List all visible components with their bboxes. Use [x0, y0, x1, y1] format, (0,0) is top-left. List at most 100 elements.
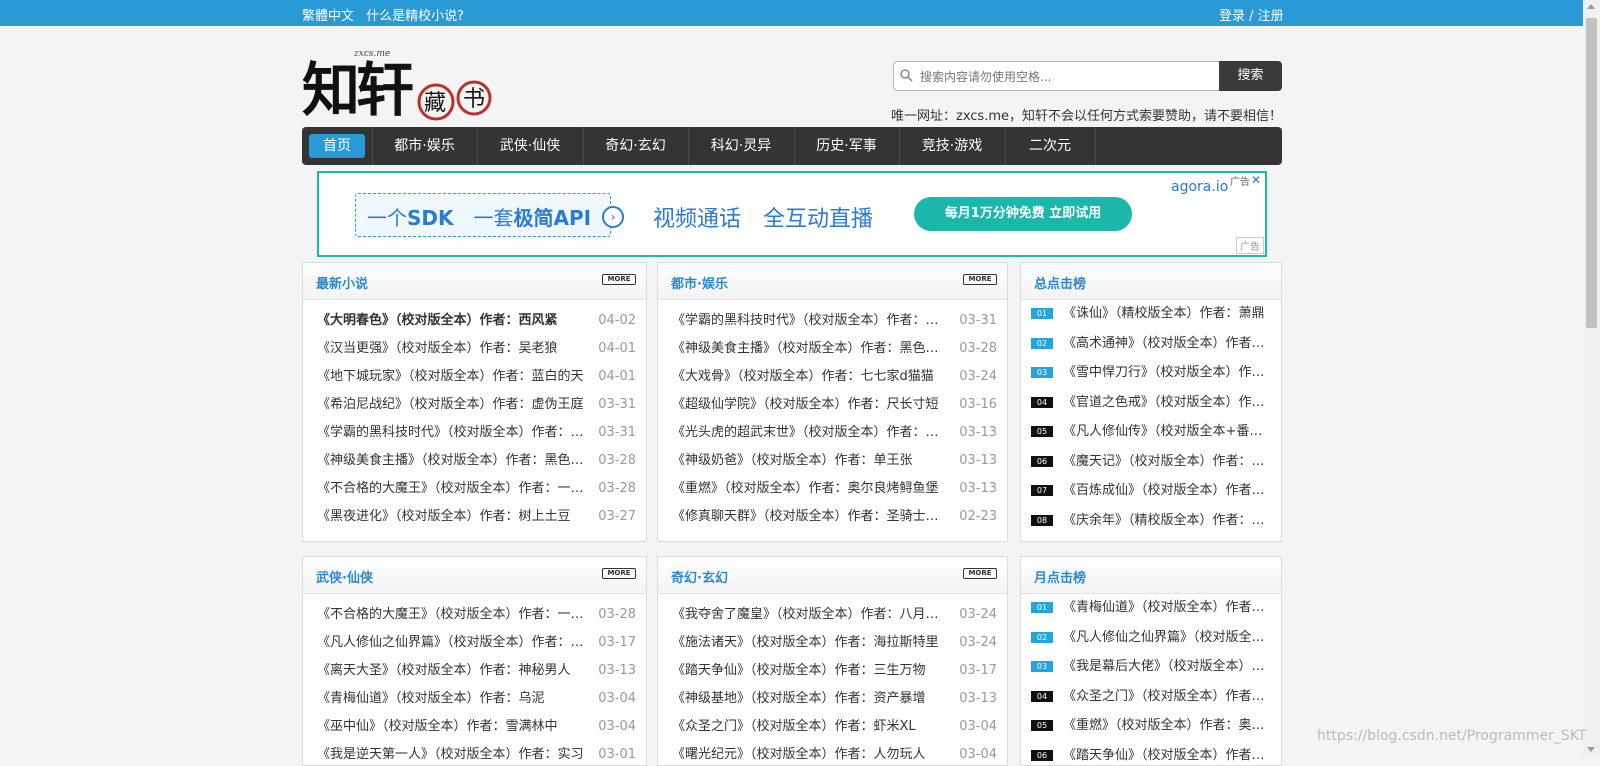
list-item[interactable]: 《踏天争仙》（校对版全本）作者：三生万物03-17 [658, 657, 1007, 685]
novel-title[interactable]: 《神级美食主播》（校对版全本）作者：黑色幽默 [317, 447, 587, 475]
list-item[interactable]: 《不合格的大魔王》（校对版全本）作者：一世执念03-28 [303, 601, 646, 629]
login-register-link[interactable]: 登录 / 注册 [1219, 5, 1284, 24]
list-item[interactable]: 《不合格的大魔王》（校对版全本）作者：一世执念03-28 [303, 475, 646, 503]
ranking-item[interactable]: 05《重燃》（校对版全本）作者：奥尔良烤鲟鱼堡 [1021, 711, 1281, 741]
site-logo[interactable]: zxcs.me 知轩 藏 书 [302, 44, 502, 124]
nav-scifi[interactable]: 科幻·灵异 [688, 127, 795, 165]
nav-wuxia[interactable]: 武侠·仙侠 [477, 127, 584, 165]
ranking-item[interactable]: 05《凡人修仙传》（校对版全本+番外）作者：忘语 [1021, 417, 1281, 447]
search-button[interactable]: 搜索 [1219, 61, 1282, 91]
novel-title[interactable]: 《神级基地》（校对版全本）作者：资产暴增 [672, 685, 940, 713]
list-item[interactable]: 《重燃》（校对版全本）作者：奥尔良烤鲟鱼堡03-13 [658, 475, 1007, 503]
scrollbar-thumb[interactable] [1586, 18, 1597, 328]
list-item[interactable]: 《我是逆天第一人》（校对版全本）作者：实习03-01 [303, 741, 646, 766]
ranking-item[interactable]: 04《官道之色戒》（校对版全本）作者：三戒大师 [1021, 388, 1281, 418]
search-input[interactable] [918, 67, 1214, 87]
novel-title[interactable]: 《不合格的大魔王》（校对版全本）作者：一世执念 [317, 601, 587, 629]
novel-title[interactable]: 《超级仙学院》（校对版全本）作者：尺长寸短 [672, 391, 940, 419]
more-button[interactable]: MORE [963, 568, 997, 579]
panel-title[interactable]: 最新小说 [316, 273, 368, 292]
nav-city[interactable]: 都市·娱乐 [372, 127, 478, 165]
novel-title[interactable]: 《神级奶爸》（校对版全本）作者：单王张 [672, 447, 940, 475]
list-item[interactable]: 《青梅仙道》（校对版全本）作者：乌泥03-04 [303, 685, 646, 713]
novel-title[interactable]: 《重燃》（校对版全本）作者：奥尔良烤鲟鱼堡 [1063, 711, 1275, 741]
ranking-item[interactable]: 02《凡人修仙之仙界篇》（校对版全本）作者：忘语 [1021, 623, 1281, 653]
novel-title[interactable]: 《学霸的黑科技时代》（校对版全本）作者：晨星LL [672, 307, 940, 335]
novel-title[interactable]: 《修真聊天群》（校对版全本）作者：圣骑士的传说 [672, 503, 940, 531]
novel-title[interactable]: 《众圣之门》（校对版全本）作者：虾米XL [1063, 682, 1275, 712]
list-item[interactable]: 《施法诸天》（校对版全本）作者：海拉斯特里03-24 [658, 629, 1007, 657]
novel-title[interactable]: 《大戏骨》（校对版全本）作者：七七家d猫猫 [672, 363, 940, 391]
list-item[interactable]: 《巫中仙》（校对版全本）作者：雪满林中03-04 [303, 713, 646, 741]
scroll-down-arrow-icon[interactable] [1587, 747, 1595, 752]
list-item[interactable]: 《地下城玩家》（校对版全本）作者：蓝白的天04-01 [303, 363, 646, 391]
list-item[interactable]: 《神级奶爸》（校对版全本）作者：单王张03-13 [658, 447, 1007, 475]
list-item[interactable]: 《凡人修仙之仙界篇》（校对版全本）作者：忘语03-17 [303, 629, 646, 657]
novel-title[interactable]: 《曙光纪元》（校对版全本）作者：人勿玩人 [672, 741, 940, 766]
novel-title[interactable]: 《我是逆天第一人》（校对版全本）作者：实习 [317, 741, 587, 766]
novel-title[interactable]: 《百炼成仙》（校对版全本）作者：幻雨 [1063, 476, 1275, 506]
novel-title[interactable]: 《青梅仙道》（校对版全本）作者：乌泥 [1063, 593, 1275, 623]
novel-title[interactable]: 《我是幕后大佬》（校对版全本）作者：伪戒 [1063, 652, 1275, 682]
ranking-item[interactable]: 01《诛仙》（精校版全本）作者：萧鼎 [1021, 299, 1281, 329]
scrollbar[interactable] [1583, 0, 1600, 756]
ad-close-icon[interactable]: ✕ [1251, 173, 1261, 187]
novel-title[interactable]: 《我夺舍了魔皇》（校对版全本）作者：八月飞鹰 [672, 601, 940, 629]
novel-title[interactable]: 《不合格的大魔王》（校对版全本）作者：一世执念 [317, 475, 587, 503]
ranking-item[interactable]: 06《魔天记》（校对版全本）作者：忘语 [1021, 447, 1281, 477]
list-item[interactable]: 《学霸的黑科技时代》（校对版全本）作者：晨星LL03-31 [658, 307, 1007, 335]
ranking-item[interactable]: 06《踏天争仙》（校对版全本）作者：三生万物 [1021, 741, 1281, 766]
traditional-chinese-link[interactable]: 繁體中文 [302, 9, 354, 24]
ad-cta-button[interactable]: 每月1万分钟免费 立即试用 [914, 197, 1132, 231]
novel-title[interactable]: 《巫中仙》（校对版全本）作者：雪满林中 [317, 713, 587, 741]
ranking-item[interactable]: 03《雪中悍刀行》（校对版全本）作者：烽火戏诸侯 [1021, 358, 1281, 388]
novel-title[interactable]: 《施法诸天》（校对版全本）作者：海拉斯特里 [672, 629, 940, 657]
novel-title[interactable]: 《高术通神》（校对版全本）作者：手握寸关尺 [1063, 329, 1275, 359]
more-button[interactable]: MORE [963, 274, 997, 285]
list-item[interactable]: 《学霸的黑科技时代》（校对版全本）作者：晨星LL03-31 [303, 419, 646, 447]
ranking-item[interactable]: 04《众圣之门》（校对版全本）作者：虾米XL [1021, 682, 1281, 712]
novel-title[interactable]: 《光头虎的超武末世》（校对版全本）作者：光头虎 [672, 419, 940, 447]
scroll-up-arrow-icon[interactable] [1587, 4, 1595, 9]
panel-title[interactable]: 都市·娱乐 [671, 273, 728, 292]
list-item[interactable]: 《我夺舍了魔皇》（校对版全本）作者：八月飞鹰03-24 [658, 601, 1007, 629]
list-item[interactable]: 《黑夜进化》（校对版全本）作者：树上土豆03-27 [303, 503, 646, 531]
novel-title[interactable]: 《凡人修仙之仙界篇》（校对版全本）作者：忘语 [317, 629, 587, 657]
list-item[interactable]: 《大戏骨》（校对版全本）作者：七七家d猫猫03-24 [658, 363, 1007, 391]
ranking-item[interactable]: 01《青梅仙道》（校对版全本）作者：乌泥 [1021, 593, 1281, 623]
novel-title[interactable]: 《众圣之门》（校对版全本）作者：虾米XL [672, 713, 940, 741]
ranking-item[interactable]: 03《我是幕后大佬》（校对版全本）作者：伪戒 [1021, 652, 1281, 682]
more-button[interactable]: MORE [602, 274, 636, 285]
novel-title[interactable]: 《踏天争仙》（校对版全本）作者：三生万物 [1063, 741, 1275, 766]
novel-title[interactable]: 《凡人修仙之仙界篇》（校对版全本）作者：忘语 [1063, 623, 1275, 653]
nav-history[interactable]: 历史·军事 [794, 127, 900, 165]
nav-home[interactable]: 首页 [302, 127, 373, 165]
panel-title[interactable]: 奇幻·玄幻 [671, 567, 728, 586]
nav-acg[interactable]: 二次元 [1005, 127, 1096, 165]
list-item[interactable]: 《曙光纪元》（校对版全本）作者：人勿玩人03-04 [658, 741, 1007, 766]
what-is-link[interactable]: 什么是精校小说? [366, 9, 464, 24]
novel-title[interactable]: 《黑夜进化》（校对版全本）作者：树上土豆 [317, 503, 587, 531]
novel-title[interactable]: 《地下城玩家》（校对版全本）作者：蓝白的天 [317, 363, 587, 391]
ranking-item[interactable]: 08《庆余年》（精校版全本）作者：猫腻 [1021, 506, 1281, 536]
list-item[interactable]: 《离天大圣》（校对版全本）作者：神秘男人03-13 [303, 657, 646, 685]
novel-title[interactable]: 《官道之色戒》（校对版全本）作者：三戒大师 [1063, 388, 1275, 418]
novel-title[interactable]: 《魔天记》（校对版全本）作者：忘语 [1063, 447, 1275, 477]
list-item[interactable]: 《神级美食主播》（校对版全本）作者：黑色幽默03-28 [303, 447, 646, 475]
list-item[interactable]: 《神级美食主播》（校对版全本）作者：黑色幽默03-28 [658, 335, 1007, 363]
list-item[interactable]: 《神级基地》（校对版全本）作者：资产暴增03-13 [658, 685, 1007, 713]
list-item[interactable]: 《众圣之门》（校对版全本）作者：虾米XL03-04 [658, 713, 1007, 741]
novel-title[interactable]: 《大明春色》（校对版全本）作者：西风紧 [317, 307, 587, 335]
list-item[interactable]: 《汉当更强》（校对版全本）作者：吴老狼04-01 [303, 335, 646, 363]
list-item[interactable]: 《大明春色》（校对版全本）作者：西风紧04-02 [303, 307, 646, 335]
novel-title[interactable]: 《庆余年》（精校版全本）作者：猫腻 [1063, 506, 1275, 536]
novel-title[interactable]: 《希泊尼战纪》（校对版全本）作者：虚伪王庭 [317, 391, 587, 419]
novel-title[interactable]: 《重燃》（校对版全本）作者：奥尔良烤鲟鱼堡 [672, 475, 940, 503]
list-item[interactable]: 《光头虎的超武末世》（校对版全本）作者：光头虎03-13 [658, 419, 1007, 447]
list-item[interactable]: 《修真聊天群》（校对版全本）作者：圣骑士的传说02-23 [658, 503, 1007, 531]
panel-title[interactable]: 武侠·仙侠 [316, 567, 373, 586]
list-item[interactable]: 《超级仙学院》（校对版全本）作者：尺长寸短03-16 [658, 391, 1007, 419]
ad-banner[interactable]: 一个SDK 一套极简API › 视频通话 全互动直播 每月1万分钟免费 立即试用… [317, 171, 1267, 257]
ranking-item[interactable]: 07《百炼成仙》（校对版全本）作者：幻雨 [1021, 476, 1281, 506]
novel-title[interactable]: 《青梅仙道》（校对版全本）作者：乌泥 [317, 685, 587, 713]
